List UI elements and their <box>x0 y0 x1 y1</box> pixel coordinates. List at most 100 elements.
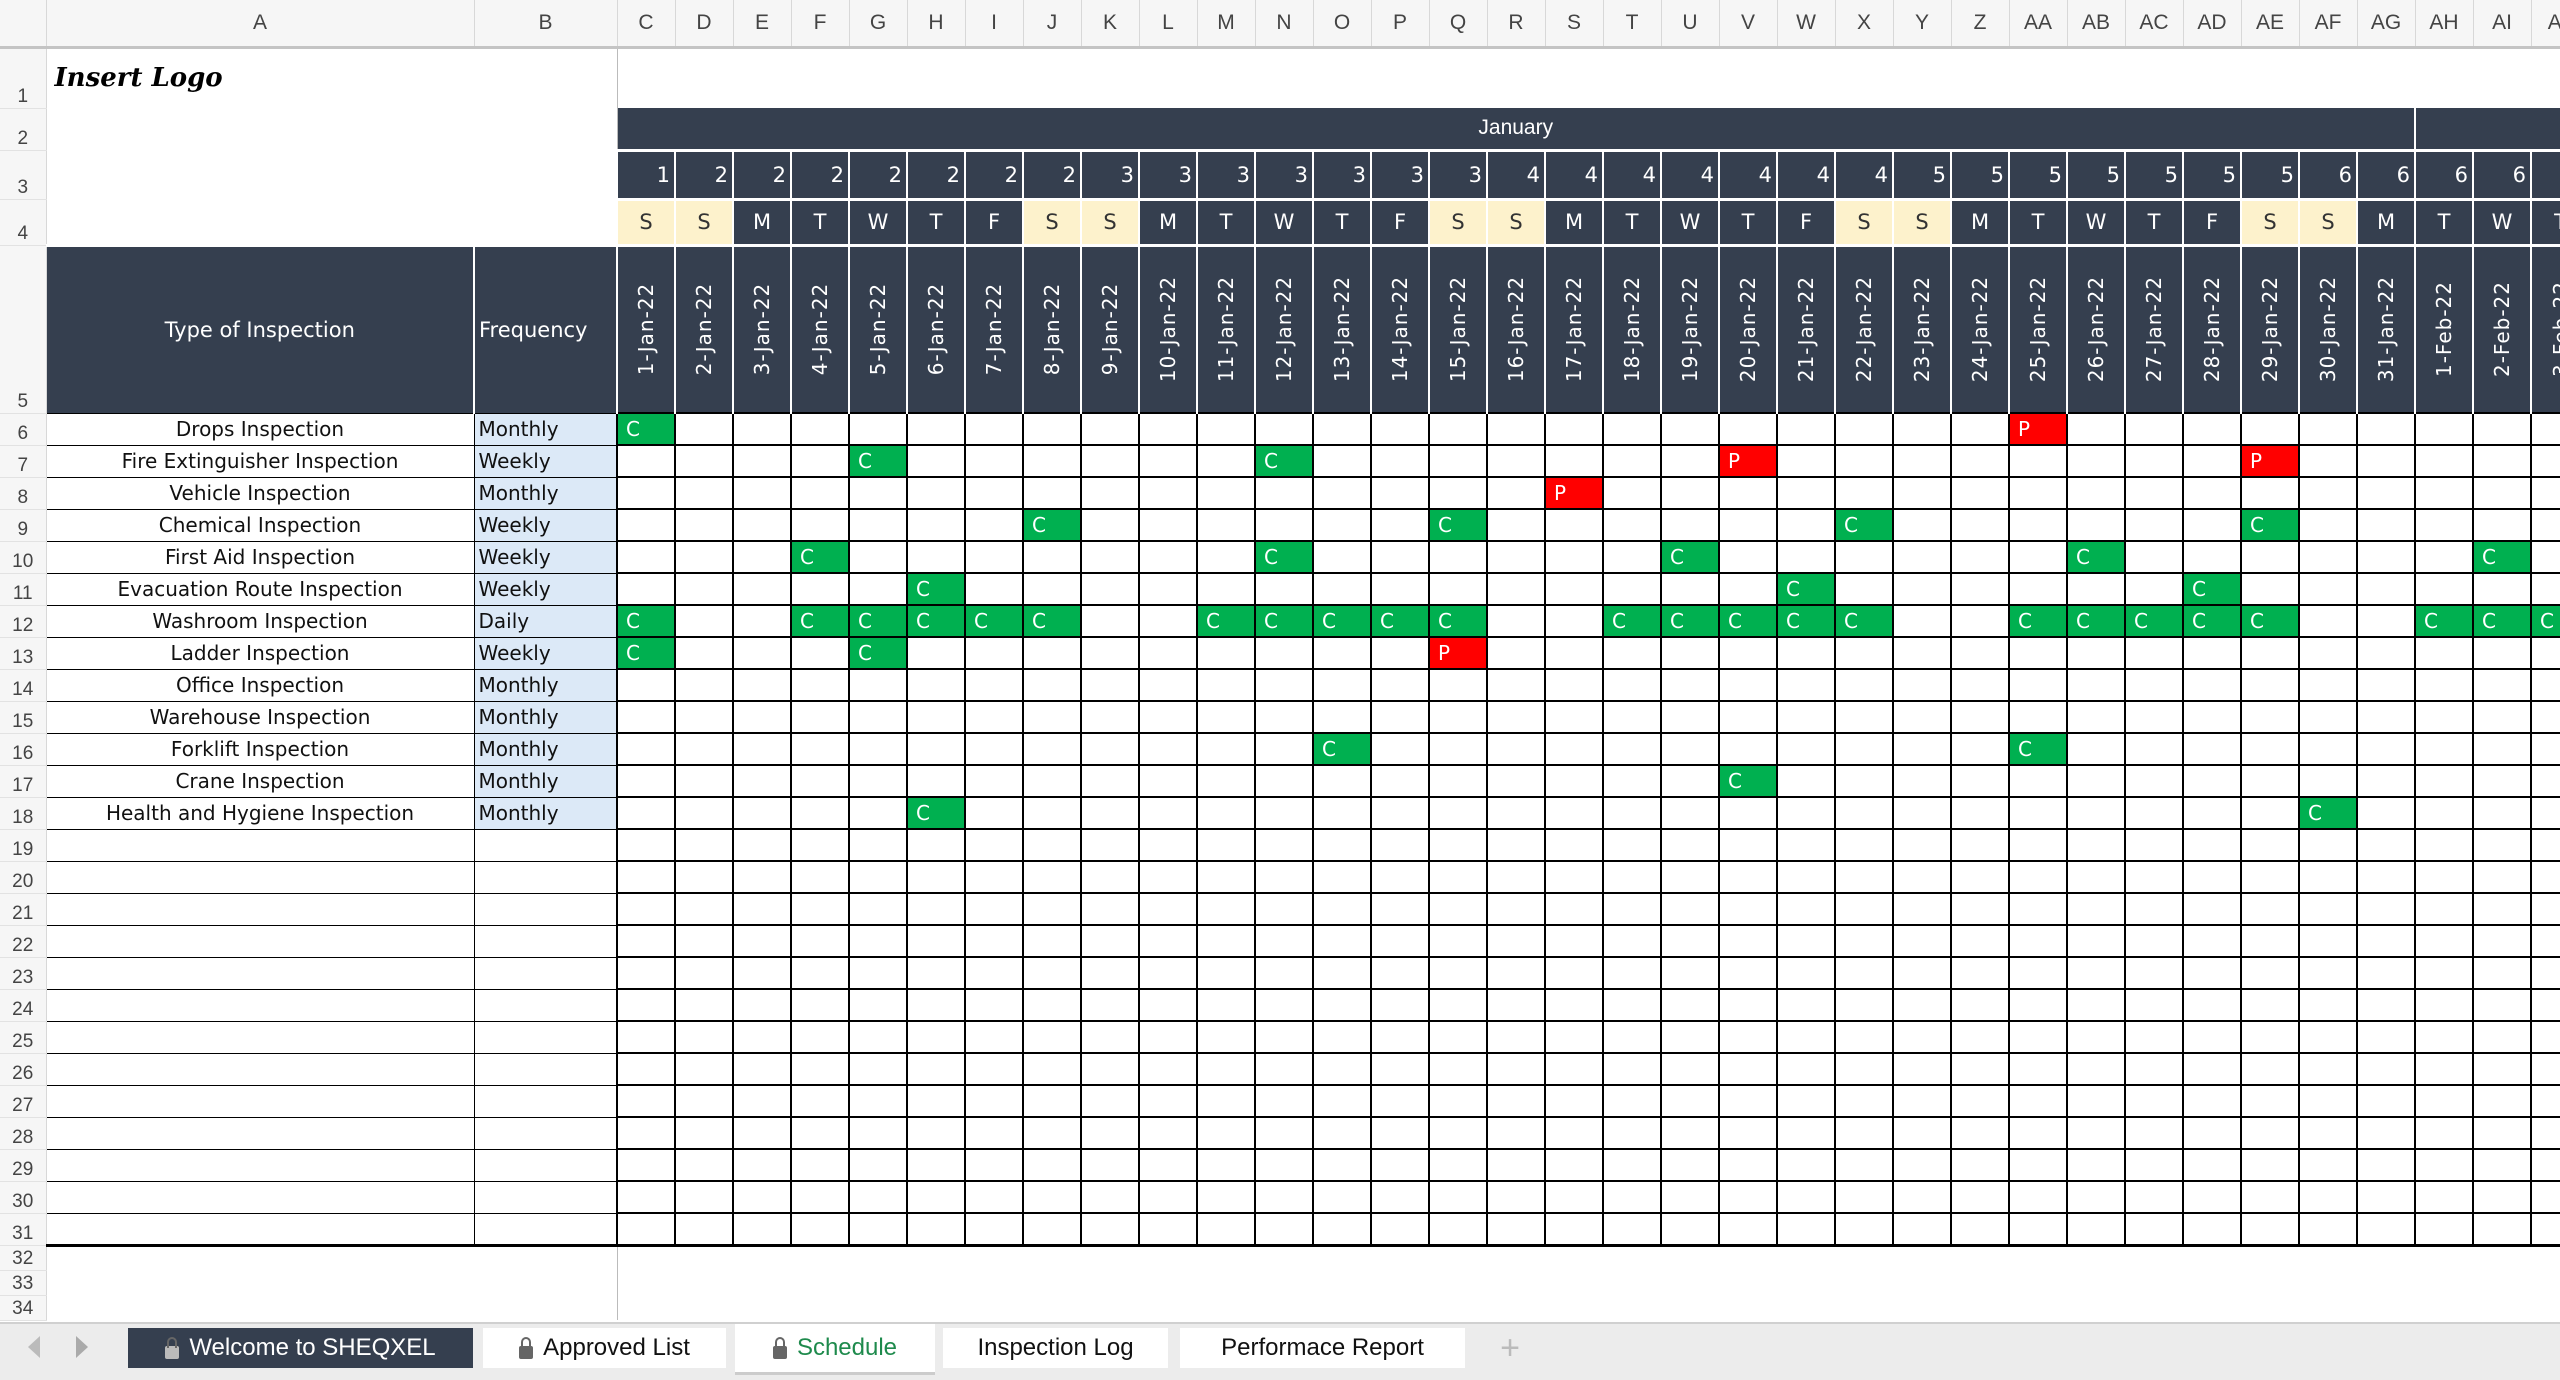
schedule-cell[interactable] <box>1951 861 2009 893</box>
schedule-cell[interactable] <box>2067 477 2125 509</box>
schedule-cell[interactable] <box>1661 989 1719 1021</box>
schedule-cell[interactable] <box>2415 893 2473 925</box>
column-header-N[interactable]: N <box>1255 0 1313 47</box>
add-sheet-button[interactable]: + <box>1480 1328 1540 1368</box>
schedule-cell[interactable] <box>1139 925 1197 957</box>
schedule-cell[interactable] <box>2531 1213 2560 1245</box>
schedule-cell[interactable] <box>2357 893 2415 925</box>
schedule-cell[interactable] <box>2415 957 2473 989</box>
schedule-cell[interactable] <box>2009 957 2067 989</box>
schedule-cell[interactable] <box>2415 989 2473 1021</box>
schedule-cell[interactable] <box>1777 477 1835 509</box>
schedule-cell[interactable] <box>1893 477 1951 509</box>
schedule-cell[interactable] <box>2299 1021 2357 1053</box>
schedule-cell[interactable] <box>849 765 907 797</box>
schedule-cell[interactable] <box>2125 861 2183 893</box>
schedule-cell[interactable] <box>1545 605 1603 637</box>
row-header-34[interactable]: 34 <box>0 1295 46 1320</box>
sheet-tab-inspection-log[interactable]: Inspection Log <box>943 1328 1168 1368</box>
column-header-Q[interactable]: Q <box>1429 0 1487 47</box>
status-complete[interactable]: C <box>1429 509 1487 541</box>
schedule-cell[interactable] <box>1371 1181 1429 1213</box>
schedule-cell[interactable] <box>907 829 965 861</box>
column-header-AE[interactable]: AE <box>2241 0 2299 47</box>
schedule-cell[interactable] <box>675 605 733 637</box>
inspection-name[interactable]: Washroom Inspection <box>46 605 474 637</box>
schedule-cell[interactable] <box>1661 765 1719 797</box>
schedule-cell[interactable] <box>2067 573 2125 605</box>
schedule-cell[interactable] <box>1139 669 1197 701</box>
schedule-cell[interactable] <box>733 957 791 989</box>
schedule-cell[interactable] <box>1661 1085 1719 1117</box>
schedule-cell[interactable] <box>1487 957 1545 989</box>
schedule-cell[interactable] <box>2183 541 2241 573</box>
select-all-corner[interactable] <box>0 0 46 47</box>
schedule-cell[interactable] <box>965 1181 1023 1213</box>
schedule-cell[interactable] <box>1777 765 1835 797</box>
schedule-cell[interactable] <box>849 477 907 509</box>
schedule-cell[interactable] <box>791 1117 849 1149</box>
schedule-cell[interactable] <box>2357 861 2415 893</box>
schedule-cell[interactable] <box>907 413 965 445</box>
schedule-cell[interactable] <box>849 701 907 733</box>
schedule-cell[interactable] <box>2009 541 2067 573</box>
schedule-cell[interactable] <box>791 957 849 989</box>
schedule-cell[interactable] <box>617 1213 675 1245</box>
schedule-cell[interactable] <box>1255 477 1313 509</box>
schedule-cell[interactable] <box>2241 733 2299 765</box>
schedule-cell[interactable] <box>1893 1181 1951 1213</box>
schedule-cell[interactable] <box>791 861 849 893</box>
schedule-cell[interactable] <box>675 477 733 509</box>
row-header-3[interactable]: 3 <box>0 150 46 199</box>
schedule-cell[interactable] <box>2299 1213 2357 1245</box>
schedule-cell[interactable] <box>675 957 733 989</box>
schedule-cell[interactable] <box>2067 637 2125 669</box>
schedule-cell[interactable] <box>1777 1149 1835 1181</box>
schedule-cell[interactable] <box>1545 637 1603 669</box>
inspection-name[interactable]: Warehouse Inspection <box>46 701 474 733</box>
schedule-cell[interactable] <box>1139 445 1197 477</box>
schedule-cell[interactable] <box>1429 1053 1487 1085</box>
schedule-cell[interactable] <box>1893 765 1951 797</box>
schedule-cell[interactable] <box>733 1021 791 1053</box>
schedule-cell[interactable] <box>1081 637 1139 669</box>
schedule-cell[interactable] <box>791 573 849 605</box>
schedule-cell[interactable] <box>907 1053 965 1085</box>
status-complete[interactable]: C <box>1255 445 1313 477</box>
schedule-cell[interactable] <box>849 733 907 765</box>
schedule-cell[interactable] <box>2299 1181 2357 1213</box>
schedule-cell[interactable] <box>2067 1085 2125 1117</box>
schedule-cell[interactable] <box>1835 957 1893 989</box>
schedule-cell[interactable] <box>2357 541 2415 573</box>
schedule-cell[interactable] <box>1429 1149 1487 1181</box>
cell[interactable] <box>46 1295 617 1320</box>
schedule-cell[interactable] <box>1371 733 1429 765</box>
schedule-cell[interactable] <box>2183 765 2241 797</box>
schedule-cell[interactable] <box>1081 989 1139 1021</box>
schedule-cell[interactable] <box>1603 637 1661 669</box>
schedule-cell[interactable] <box>2183 637 2241 669</box>
status-pending[interactable]: P <box>2241 445 2299 477</box>
schedule-cell[interactable] <box>2125 477 2183 509</box>
schedule-cell[interactable] <box>1371 925 1429 957</box>
schedule-cell[interactable] <box>675 573 733 605</box>
schedule-cell[interactable] <box>2473 1213 2531 1245</box>
schedule-cell[interactable] <box>2067 925 2125 957</box>
status-complete[interactable]: C <box>617 605 675 637</box>
schedule-cell[interactable] <box>1255 989 1313 1021</box>
schedule-cell[interactable] <box>1081 1085 1139 1117</box>
schedule-cell[interactable] <box>675 1021 733 1053</box>
status-complete[interactable]: C <box>907 797 965 829</box>
status-complete[interactable]: C <box>2067 541 2125 573</box>
schedule-cell[interactable] <box>2473 925 2531 957</box>
row-header-32[interactable]: 32 <box>0 1245 46 1270</box>
schedule-cell[interactable] <box>849 829 907 861</box>
schedule-cell[interactable] <box>1603 861 1661 893</box>
schedule-cell[interactable] <box>1951 701 2009 733</box>
schedule-cell[interactable] <box>1661 1021 1719 1053</box>
row-header-15[interactable]: 15 <box>0 701 46 733</box>
schedule-cell[interactable] <box>2415 445 2473 477</box>
schedule-cell[interactable] <box>1023 861 1081 893</box>
schedule-cell[interactable] <box>2183 477 2241 509</box>
schedule-cell[interactable] <box>1835 573 1893 605</box>
